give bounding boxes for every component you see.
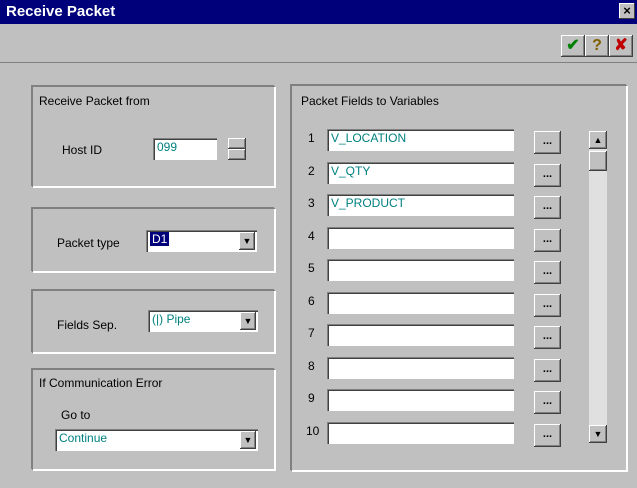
packet-field-input[interactable] [327, 356, 514, 379]
host-id-label: Host ID [62, 143, 103, 157]
scrollbar-track[interactable] [589, 131, 607, 443]
packet-field-input[interactable] [327, 389, 514, 411]
row-number: 10 [306, 423, 320, 438]
scroll-down-button[interactable]: ▼ [589, 425, 607, 443]
host-id-spin-up[interactable] [228, 138, 246, 149]
browse-variable-button[interactable]: ... [534, 196, 561, 219]
host-id-input[interactable]: 099 [153, 138, 217, 160]
packet-field-input[interactable] [327, 421, 514, 444]
browse-variable-button[interactable]: ... [534, 131, 561, 154]
browse-variable-button[interactable]: ... [534, 358, 561, 382]
close-button[interactable]: × [619, 3, 635, 19]
row-number: 1 [308, 131, 315, 145]
help-button[interactable]: ? [585, 35, 609, 57]
packet-type-label: Packet type [57, 236, 120, 250]
packet-field-input[interactable] [327, 226, 514, 249]
receive-from-group: Receive Packet from Host ID 099 [32, 86, 275, 187]
scrollbar-thumb[interactable] [589, 151, 607, 171]
row-number: 3 [308, 196, 315, 210]
goto-select[interactable]: Continue [55, 429, 258, 451]
packet-fields-group: Packet Fields to Variables 1 V_LOCATION..… [291, 85, 627, 471]
packet-field-input[interactable] [327, 291, 514, 314]
packet-fields-label: Packet Fields to Variables [301, 94, 439, 108]
packet-field-input[interactable]: V_LOCATION [327, 129, 514, 151]
fields-sep-label: Fields Sep. [57, 318, 118, 332]
browse-variable-button[interactable]: ... [534, 423, 561, 447]
packet-type-group: Packet type D1 ▼ [32, 208, 275, 272]
receive-from-label: Receive Packet from [39, 94, 150, 108]
host-id-spin-down[interactable] [228, 149, 246, 160]
fields-sep-group: Fields Sep. (|) Pipe ▼ [32, 290, 275, 353]
packet-field-input[interactable] [327, 259, 514, 281]
window-title: Receive Packet [6, 3, 116, 20]
browse-variable-button[interactable]: ... [534, 326, 561, 349]
chevron-down-icon[interactable]: ▼ [239, 232, 255, 250]
scroll-up-button[interactable]: ▲ [589, 131, 607, 149]
toolbar: ✔ ? ✘ [0, 24, 637, 63]
browse-variable-button[interactable]: ... [534, 163, 561, 187]
packet-field-input[interactable] [327, 324, 514, 346]
chevron-down-icon[interactable]: ▼ [240, 431, 256, 449]
packet-field-input[interactable]: V_PRODUCT [327, 194, 514, 216]
ok-button[interactable]: ✔ [561, 35, 585, 57]
browse-variable-button[interactable]: ... [534, 228, 561, 252]
comm-error-label: If Communication Error [39, 376, 163, 390]
row-number: 7 [308, 326, 315, 340]
row-number: 8 [308, 358, 315, 373]
browse-variable-button[interactable]: ... [534, 391, 561, 414]
comm-error-group: If Communication Error Go to Continue ▼ [32, 369, 275, 470]
browse-variable-button[interactable]: ... [534, 261, 561, 284]
row-number: 2 [308, 163, 315, 178]
row-number: 6 [308, 293, 315, 308]
chevron-down-icon[interactable]: ▼ [240, 312, 256, 330]
browse-variable-button[interactable]: ... [534, 293, 561, 317]
row-number: 5 [308, 261, 315, 275]
cancel-button[interactable]: ✘ [609, 35, 633, 57]
goto-label: Go to [61, 408, 91, 422]
row-number: 9 [308, 391, 315, 405]
row-number: 4 [308, 228, 315, 243]
packet-field-input[interactable]: V_QTY [327, 161, 514, 184]
title-bar: Receive Packet × [0, 0, 637, 24]
